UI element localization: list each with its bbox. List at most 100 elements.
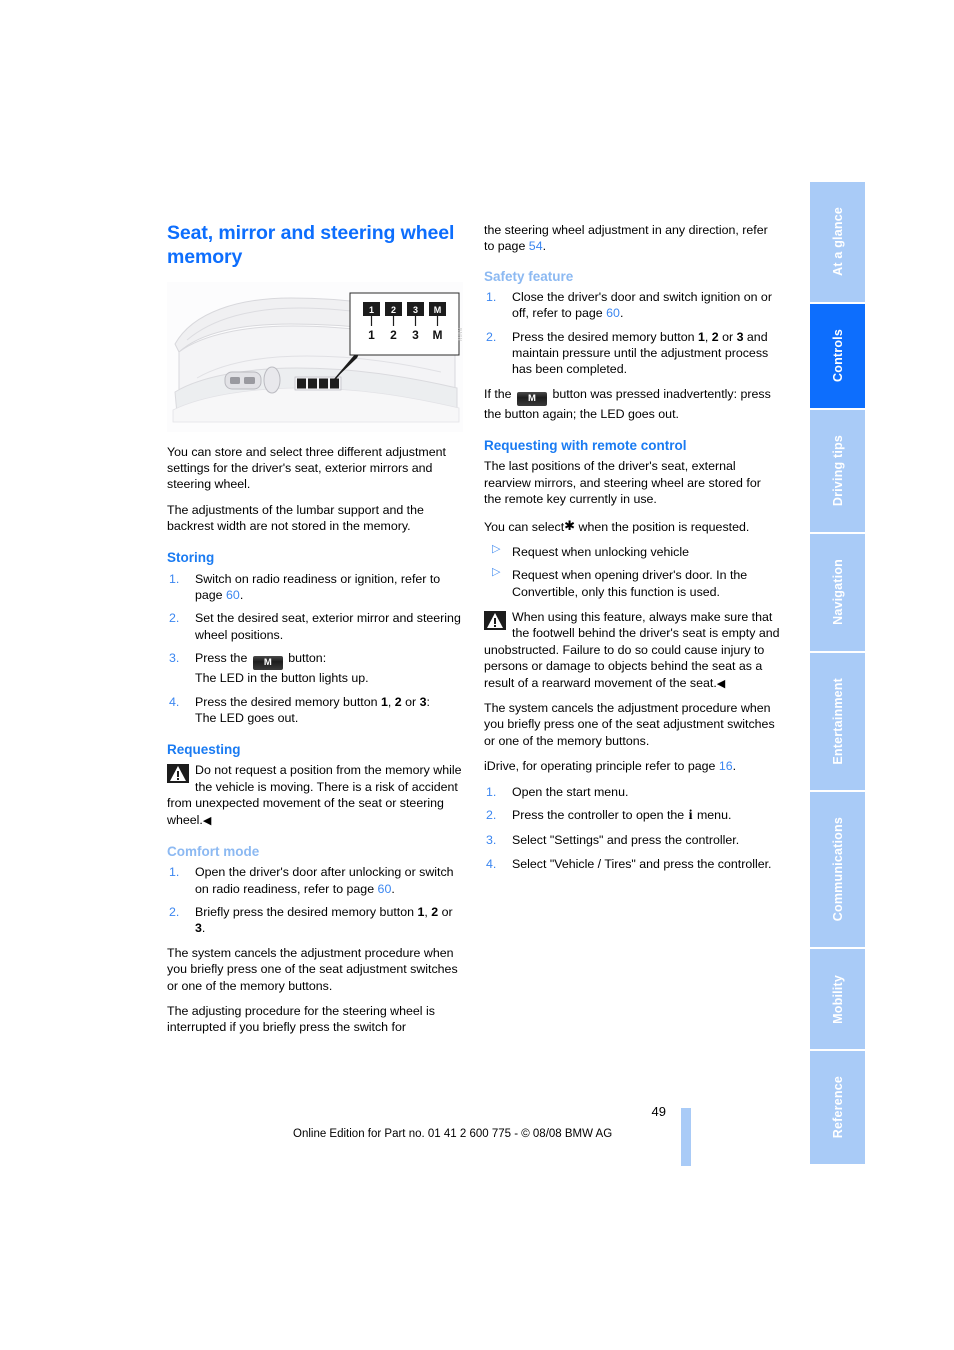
step-second-line: The LED in the button lights up. [195,671,369,686]
heading-requesting: Requesting [167,742,241,758]
key-label: 1 [697,329,705,344]
svg-text:1: 1 [368,328,375,342]
step-text: Select "Settings" and press the controll… [512,833,740,848]
step-text: Open the driver's door after unlocking o… [195,865,454,896]
safety-feature-note: If the M button was pressed inadvertentl… [484,386,780,422]
intro-paragraph-1: You can store and select three different… [167,444,446,492]
step-text-post: : [426,694,430,709]
tab-label: Navigation [830,559,845,626]
separator: or [718,329,737,344]
safety-feature-step-list: Close the driver's door and switch ignit… [484,289,780,378]
heading-storing: Storing [167,550,215,566]
step-text-post: button: [284,651,327,666]
separator: , [387,694,395,709]
list-item: Press the M button: The LED in the butto… [167,650,463,686]
intro-paragraph-2: The adjustments of the lumbar support an… [167,502,424,534]
heading-comfort-mode: Comfort mode [167,844,260,860]
list-item: Press the desired memory button 1, 2 or … [484,329,780,378]
tab-navigation[interactable]: Navigation [810,533,865,653]
warning-triangle-icon [484,611,506,630]
figure-id-watermark: BMW [456,327,462,341]
list-item: Switch on radio readiness or ignition, r… [167,571,463,604]
list-item: Set the desired seat, exterior mirror an… [167,610,463,643]
warning-triangle-icon [167,764,189,784]
idrive-paragraph: iDrive, for operating principle refer to… [484,758,780,774]
step-text: Close the driver's door and switch ignit… [512,289,772,321]
page-reference[interactable]: 16 [719,759,733,773]
step-text: Press the [195,651,251,666]
manual-page: At a glance Controls Driving tips Naviga… [0,0,954,1350]
step-text: Open the start menu. [512,784,629,799]
warning-paragraph-requesting: Do not request a position from the memor… [167,762,463,828]
footer-accent-bar [681,1108,691,1166]
step-text: Briefly press the desired memory button [195,905,418,920]
list-item: Briefly press the desired memory button … [167,904,463,937]
list-item: Open the driver's door after unlocking o… [167,864,463,897]
idrive-text: iDrive, for operating principle refer to… [484,759,719,774]
continuation-paragraph: the steering wheel adjustment in any dir… [484,222,780,255]
optional-equipment-asterisk: ✱ [564,517,576,533]
step-text: Select "Vehicle / Tires" and press the c… [512,856,772,871]
remote-select-text: You can select [484,519,565,534]
page-reference[interactable]: 60 [378,882,392,896]
list-item: Press the controller to open the i menu. [484,807,780,825]
option-text: Request when opening driver's door. In t… [512,568,748,599]
remote-request-options: Request when unlocking vehicle Request w… [484,544,780,600]
comfort-mode-paragraph-2: The adjusting procedure for the steering… [167,1003,435,1035]
triangle-bullet-icon [486,544,500,557]
seat-memory-illustration: 1 2 3 M 1 2 3 M BMW [167,281,463,432]
list-item: Press the desired memory button 1, 2 or … [167,694,463,727]
step-text: Press the desired memory button [195,694,381,709]
tab-entertainment[interactable]: Entertainment [810,652,865,793]
page-title: Seat, mirror and steering wheel memory [167,222,455,268]
continuation-text: the steering wheel adjustment in any dir… [484,223,768,254]
heading-requesting-with-remote-control: Requesting with remote control [484,438,687,454]
key-label: 1 [380,694,388,709]
heading-safety-feature: Safety feature [484,268,574,284]
tab-communications[interactable]: Communications [810,792,865,950]
list-item: Request when unlocking vehicle [484,544,780,560]
step-text: Press the desired memory button [512,329,698,344]
page-reference[interactable]: 54 [529,239,543,253]
key-label: 2 [394,694,402,709]
page-reference[interactable]: 60 [226,588,240,602]
remote-paragraph-1: The last positions of the driver's seat,… [484,459,761,507]
separator: , [704,329,712,344]
tab-label: Entertainment [830,677,845,765]
list-item: Request when opening driver's door. In t… [484,567,780,600]
tab-controls[interactable]: Controls [810,303,865,410]
svg-text:3: 3 [413,305,418,315]
svg-text:M: M [433,328,443,342]
warning-end-marker: ◀ [716,677,726,690]
tab-label: Controls [830,329,845,383]
tab-label: Mobility [830,974,845,1024]
key-label: 3 [195,921,202,936]
page-reference[interactable]: 60 [606,306,620,320]
list-item: Select "Vehicle / Tires" and press the c… [484,856,780,873]
step-text-post: . [239,588,244,602]
warning-paragraph-remote: When using this feature, always make sur… [484,609,780,691]
tab-label: At a glance [830,207,845,277]
remote-paragraph-2: You can select✱ when the position is req… [484,517,780,535]
step-text-post: . [201,921,206,936]
list-item: Select "Settings" and press the controll… [484,832,780,849]
list-item: Close the driver's door and switch ignit… [484,289,780,322]
svg-text:1: 1 [369,305,374,315]
step-text: Set the desired seat, exterior mirror an… [195,611,461,642]
remote-select-text-post: when the position is requested. [575,519,750,534]
tab-mobility[interactable]: Mobility [810,949,865,1051]
svg-text:M: M [434,305,442,315]
tab-label: Communications [830,817,845,922]
step-text-post: menu. [693,807,732,822]
key-label: 2 [711,329,719,344]
continuation-text-post: . [542,239,547,254]
svg-text:2: 2 [390,328,397,342]
memory-m-button-icon: M [252,656,283,671]
tab-driving-tips[interactable]: Driving tips [810,409,865,534]
tab-at-a-glance[interactable]: At a glance [810,182,865,304]
comfort-mode-step-list: Open the driver's door after unlocking o… [167,864,463,937]
note-text: If the [484,386,515,401]
tab-reference[interactable]: Reference [810,1050,865,1164]
remote-paragraph-3: The system cancels the adjustment proced… [484,701,775,748]
page-number: 49 [651,1104,666,1119]
